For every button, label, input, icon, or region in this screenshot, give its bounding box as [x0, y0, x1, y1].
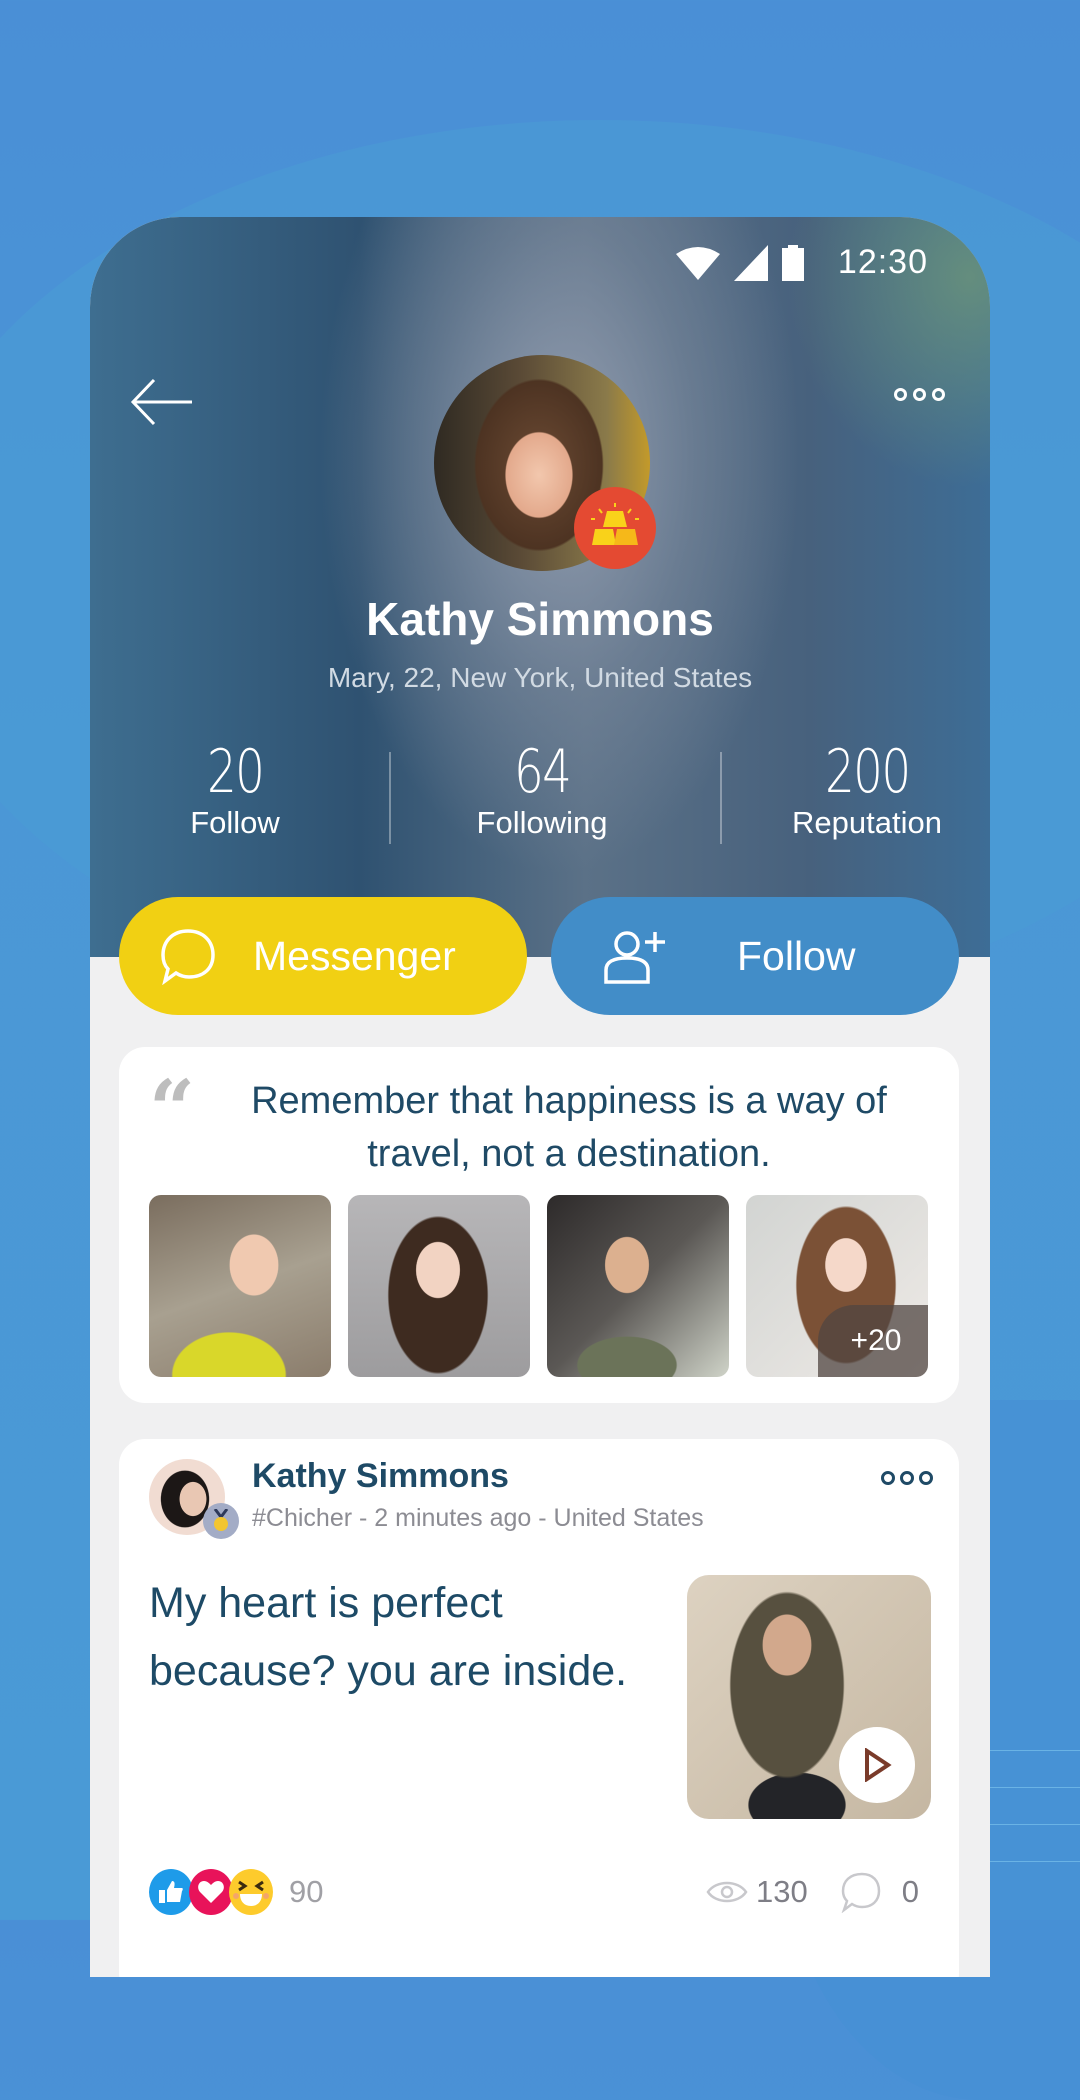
post-meta: #Chicher - 2 minutes ago - United States	[252, 1504, 704, 1532]
play-icon	[865, 1748, 892, 1782]
dot	[913, 387, 926, 401]
background-lines	[990, 1750, 1080, 1898]
back-button[interactable]	[130, 377, 194, 427]
like-icon	[149, 1869, 193, 1915]
stat-label: Follow	[190, 805, 280, 840]
more-options-button[interactable]	[894, 382, 954, 406]
follow-button[interactable]: Follow	[551, 897, 959, 1015]
medal-icon	[203, 1503, 239, 1539]
stat-value: 20	[206, 737, 265, 807]
post-stats: 130 0	[706, 1871, 919, 1913]
add-user-icon	[604, 931, 665, 984]
cellular-signal-icon	[733, 244, 768, 281]
messenger-button[interactable]: Messenger	[119, 897, 527, 1015]
stat-divider	[389, 752, 391, 844]
profile-name: Kathy Simmons	[366, 593, 714, 645]
gold-bars-icon	[591, 503, 639, 545]
gallery-photo[interactable]	[547, 1195, 729, 1377]
wifi-icon	[675, 246, 720, 280]
arrow-left-icon	[130, 378, 192, 426]
status-bar: 12:30	[675, 243, 928, 282]
stat-reputation[interactable]: 200 Reputation	[727, 737, 990, 841]
post-video-thumbnail[interactable]	[687, 1575, 931, 1819]
gallery-photo[interactable]	[149, 1195, 331, 1377]
stat-following[interactable]: 64 Following	[402, 737, 682, 841]
gallery-photo[interactable]: +20	[746, 1195, 928, 1377]
more-horizontal-icon	[881, 1471, 895, 1485]
follow-label: Follow	[737, 932, 856, 979]
profile-subtitle: Mary, 22, New York, United States	[327, 662, 753, 693]
dot	[900, 1471, 914, 1485]
stat-label: Reputation	[792, 805, 942, 840]
post-card: Kathy Simmons #Chicher - 2 minutes ago -…	[119, 1439, 959, 1977]
status-time: 12:30	[837, 243, 928, 281]
stat-value: 200	[824, 737, 911, 807]
comment-icon[interactable]	[840, 1871, 882, 1913]
stat-follow[interactable]: 20 Follow	[95, 737, 375, 841]
reaction-count: 90	[289, 1874, 324, 1909]
messenger-label: Messenger	[253, 932, 456, 979]
post-author-name[interactable]: Kathy Simmons	[252, 1457, 509, 1496]
stat-label: Following	[476, 805, 608, 840]
quote-text: Remember that happiness is a way of trav…	[251, 1080, 887, 1175]
reactions[interactable]: 90	[149, 1869, 323, 1915]
gallery-photo[interactable]	[348, 1195, 530, 1377]
chat-bubble-icon	[161, 929, 215, 985]
dot	[919, 1471, 933, 1485]
profile-header: 12:30 Kathy Simmons Mary, 22, New York, …	[90, 217, 990, 957]
view-count: 130	[756, 1874, 808, 1909]
laugh-icon	[229, 1869, 273, 1915]
love-icon	[189, 1869, 233, 1915]
stat-divider	[720, 752, 722, 844]
post-text: My heart is perfect because? you are ins…	[149, 1579, 628, 1695]
more-horizontal-icon	[894, 387, 907, 401]
photo-gallery: +20	[149, 1195, 928, 1377]
play-button[interactable]	[839, 1727, 915, 1803]
stat-value: 64	[513, 737, 572, 807]
more-photos-count[interactable]: +20	[818, 1305, 928, 1377]
comment-count: 0	[901, 1874, 919, 1909]
dot	[932, 387, 945, 401]
quote-card: “ Remember that happiness is a way of tr…	[119, 1047, 959, 1403]
eye-icon	[706, 1881, 748, 1903]
gold-badge	[574, 487, 656, 569]
phone-screen: 12:30 Kathy Simmons Mary, 22, New York, …	[90, 217, 990, 1977]
profile-avatar-wrap[interactable]	[434, 355, 656, 571]
quote-icon: “	[149, 1062, 195, 1156]
battery-icon	[781, 244, 804, 281]
post-more-button[interactable]	[881, 1471, 933, 1485]
